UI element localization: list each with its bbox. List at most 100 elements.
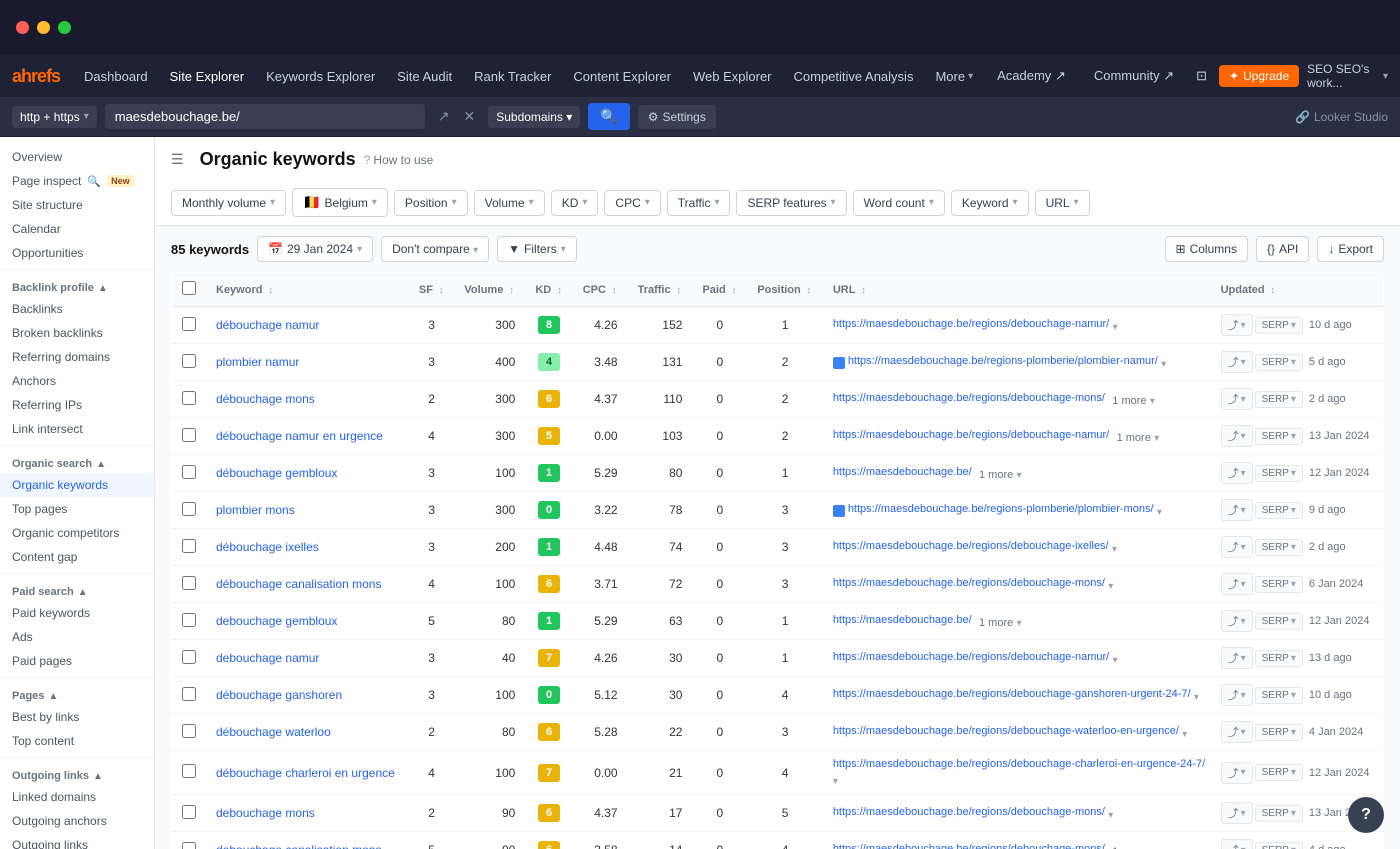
date-picker[interactable]: 📅 29 Jan 2024 ▾ [257,236,373,262]
row-checkbox[interactable] [182,428,196,442]
serp-button[interactable]: SERP ▾ [1255,465,1303,482]
url-dropdown-icon[interactable]: ▾ [1113,322,1118,333]
upgrade-button[interactable]: ✦ Upgrade [1219,65,1299,87]
kd-header[interactable]: KD ↕ [525,273,572,307]
row-checkbox[interactable] [182,613,196,627]
url-link[interactable]: https://maesdebouchage.be/regions/debouc… [833,725,1179,737]
keyword-link[interactable]: debouchage mons [216,806,315,820]
updated-header[interactable]: Updated ↕ [1211,273,1384,307]
sidebar-section-paid-search[interactable]: Paid search ▲ [0,578,154,601]
url-link[interactable]: https://maesdebouchage.be/regions/debouc… [833,843,1105,849]
url-dropdown-icon[interactable]: ▾ [1017,470,1022,481]
nav-item-rank-tracker[interactable]: Rank Tracker [464,65,561,88]
select-all-header[interactable] [172,273,207,307]
user-menu[interactable]: SEO SEO's work... ▾ [1307,62,1388,90]
api-button[interactable]: {} API [1256,236,1309,262]
serp-button[interactable]: SERP ▾ [1255,805,1303,822]
serp-button[interactable]: SERP ▾ [1255,354,1303,371]
keyword-link[interactable]: plombier namur [216,355,299,369]
trend-button[interactable]: ⤴ ▾ [1221,684,1253,706]
sidebar-item-content-gap[interactable]: Content gap [0,545,154,569]
screen-icon[interactable]: ⊡ [1192,64,1211,88]
sidebar-item-calendar[interactable]: Calendar [0,217,154,241]
kd-filter[interactable]: KD ▾ [551,190,599,216]
protocol-select[interactable]: http + https ▾ [12,106,97,128]
nav-item-web-explorer[interactable]: Web Explorer [683,65,782,88]
sidebar-item-outgoing-anchors[interactable]: Outgoing anchors [0,809,154,833]
sidebar-item-organic-competitors[interactable]: Organic competitors [0,521,154,545]
nav-item-site-audit[interactable]: Site Audit [387,65,462,88]
position-header[interactable]: Position ↕ [747,273,822,307]
serp-button[interactable]: SERP ▾ [1255,842,1303,849]
serp-button[interactable]: SERP ▾ [1255,764,1303,781]
row-checkbox[interactable] [182,687,196,701]
clear-url-button[interactable]: ✕ [458,105,480,128]
sidebar-section-organic-search[interactable]: Organic search ▲ [0,450,154,473]
sidebar-item-anchors[interactable]: Anchors [0,369,154,393]
keyword-filter[interactable]: Keyword ▾ [951,190,1029,216]
more-urls-link[interactable]: 1 more [979,617,1013,629]
url-link[interactable]: https://maesdebouchage.be/regions/debouc… [833,540,1109,552]
nav-item-competitive-analysis[interactable]: Competitive Analysis [784,65,924,88]
sidebar-item-top-pages[interactable]: Top pages [0,497,154,521]
traffic-light-red[interactable] [16,21,29,34]
more-urls-link[interactable]: 1 more [979,469,1013,481]
serp-button[interactable]: SERP ▾ [1255,613,1303,630]
sidebar-item-paid-keywords[interactable]: Paid keywords [0,601,154,625]
trend-button[interactable]: ⤴ ▾ [1221,351,1253,373]
serp-button[interactable]: SERP ▾ [1255,317,1303,334]
sidebar-item-best-by-links[interactable]: Best by links [0,705,154,729]
url-link[interactable]: https://maesdebouchage.be/regions/debouc… [833,577,1105,589]
volume-filter[interactable]: Volume ▾ [474,190,545,216]
url-link[interactable]: https://maesdebouchage.be/regions/debouc… [833,651,1109,663]
url-link[interactable]: https://maesdebouchage.be/regions/debouc… [833,392,1105,404]
serp-button[interactable]: SERP ▾ [1255,724,1303,741]
hamburger-icon[interactable]: ☰ [171,151,184,168]
nav-item-keywords-explorer[interactable]: Keywords Explorer [256,65,385,88]
nav-item-site-explorer[interactable]: Site Explorer [160,65,254,88]
nav-item-more[interactable]: More ▾ [925,65,983,88]
keyword-link[interactable]: débouchage charleroi en urgence [216,766,395,780]
sf-header[interactable]: SF ↕ [409,273,455,307]
sidebar-item-page-inspect[interactable]: Page inspect 🔍 New [0,169,154,193]
row-checkbox[interactable] [182,539,196,553]
serp-features-filter[interactable]: SERP features ▾ [736,190,846,216]
keyword-link[interactable]: débouchage waterloo [216,725,331,739]
keyword-link[interactable]: debouchage gembloux [216,614,337,628]
url-dropdown-icon[interactable]: ▾ [1108,581,1113,592]
row-checkbox[interactable] [182,502,196,516]
sidebar-item-organic-keywords[interactable]: Organic keywords [0,473,154,497]
sidebar-section-pages[interactable]: Pages ▲ [0,682,154,705]
serp-button[interactable]: SERP ▾ [1255,650,1303,667]
url-link[interactable]: https://maesdebouchage.be/regions/debouc… [833,806,1105,818]
select-all-checkbox[interactable] [182,281,196,295]
cpc-header[interactable]: CPC ↕ [573,273,628,307]
export-button[interactable]: ↓ Export [1317,236,1384,262]
sidebar-item-linked-domains[interactable]: Linked domains [0,785,154,809]
keyword-link[interactable]: débouchage canalisation mons [216,577,381,591]
trend-button[interactable]: ⤴ ▾ [1221,647,1253,669]
cpc-filter[interactable]: CPC ▾ [604,190,660,216]
traffic-filter[interactable]: Traffic ▾ [667,190,731,216]
compare-button[interactable]: Don't compare ▾ [381,236,489,262]
trend-button[interactable]: ⤴ ▾ [1221,388,1253,410]
nav-item-academy[interactable]: Academy ↗ [987,64,1076,88]
url-dropdown-icon[interactable]: ▾ [1154,433,1159,444]
keyword-link[interactable]: débouchage ixelles [216,540,319,554]
serp-button[interactable]: SERP ▾ [1255,576,1303,593]
trend-button[interactable]: ⤴ ▾ [1221,536,1253,558]
row-checkbox[interactable] [182,576,196,590]
ahrefs-logo[interactable]: ahrefs [12,66,60,87]
keyword-link[interactable]: débouchage gembloux [216,466,337,480]
url-link[interactable]: https://maesdebouchage.be/regions/debouc… [833,429,1109,441]
nav-item-content-explorer[interactable]: Content Explorer [563,65,681,88]
row-checkbox[interactable] [182,317,196,331]
more-urls-link[interactable]: 1 more [1112,846,1146,849]
keyword-link[interactable]: débouchage namur [216,318,319,332]
url-dropdown-icon[interactable]: ▾ [1182,729,1187,740]
keyword-link[interactable]: debouchage namur [216,651,319,665]
serp-button[interactable]: SERP ▾ [1255,687,1303,704]
nav-item-dashboard[interactable]: Dashboard [74,65,158,88]
row-checkbox[interactable] [182,764,196,778]
looker-studio-button[interactable]: 🔗 Looker Studio [1295,110,1388,124]
